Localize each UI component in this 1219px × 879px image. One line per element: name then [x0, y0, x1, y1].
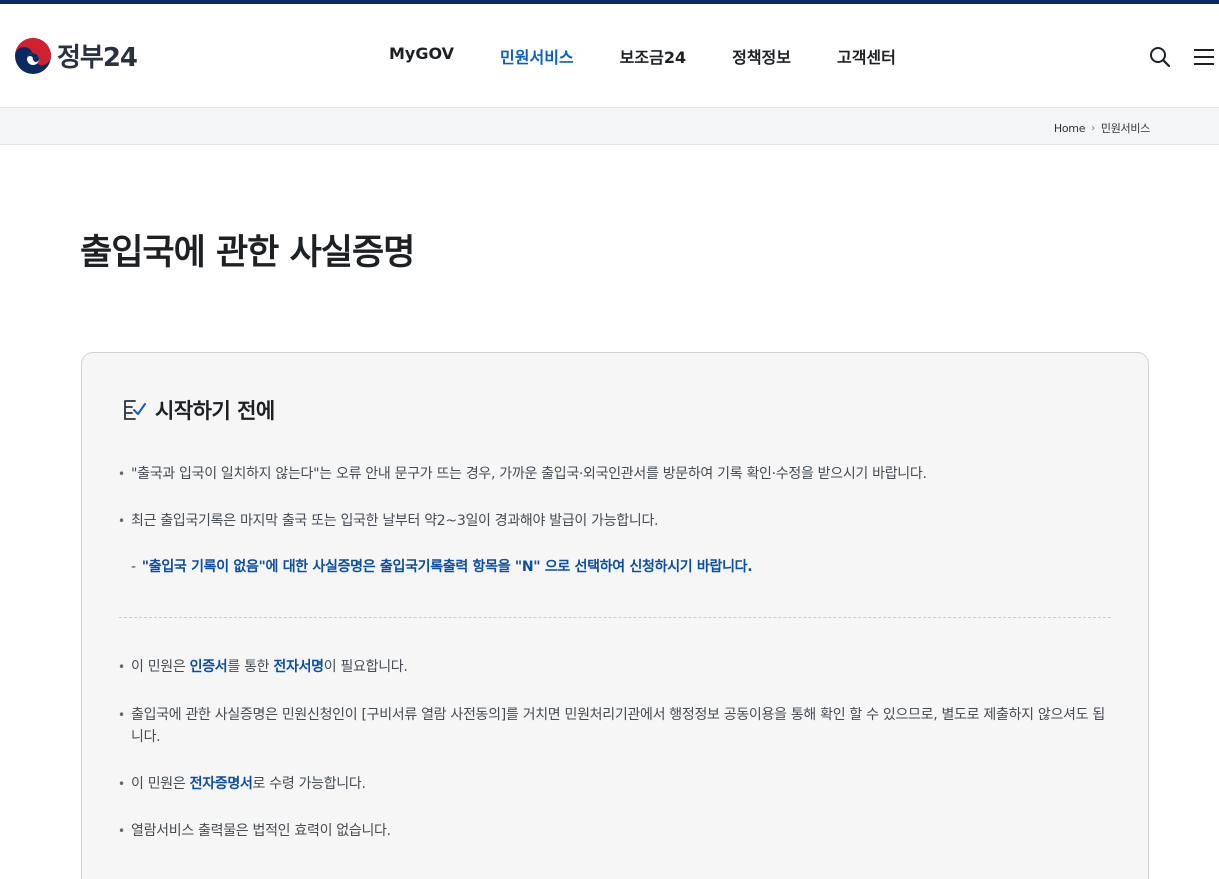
nav-customer-center[interactable]: 고객센터 [837, 44, 896, 68]
notice-sub-note: - "출입국 기록이 없음"에 대한 사실증명은 출입국기록출력 항목을 "N" … [131, 556, 753, 578]
notice-title: 시작하기 전에 [155, 399, 275, 423]
site-logo[interactable]: 정부24 [15, 37, 138, 74]
notice-item-mismatch: "출국과 입국이 일치하지 않는다"는 오류 안내 문구가 뜨는 경우, 가까운… [118, 463, 1118, 485]
highlight-e-signature: 전자서명 [273, 659, 324, 675]
nav-policy-info[interactable]: 정책정보 [732, 44, 791, 68]
dash-marker: - [131, 559, 136, 575]
text-part: 이 민원은 [131, 776, 190, 792]
text-part: 로 수령 가능합니다. [252, 776, 366, 792]
text-part: 를 통한 [227, 659, 274, 675]
notice-item-legal-effect: 열람서비스 출력물은 법적인 효력이 없습니다. [118, 820, 1118, 842]
nav-subsidy24[interactable]: 보조금24 [620, 44, 686, 68]
notice-item-e-certificate: 이 민원은 전자증명서로 수령 가능합니다. [118, 773, 1118, 795]
notice-item-prior-consent: 출입국에 관한 사실증명은 민원신청인이 [구비서류 열람 사전동의]를 거치면… [118, 704, 1108, 748]
search-icon[interactable] [1148, 45, 1172, 69]
main-navigation: MyGOV 민원서비스 보조금24 정책정보 고객센터 [389, 44, 942, 68]
site-header: 정부24 MyGOV 민원서비스 보조금24 정책정보 고객센터 [0, 4, 1219, 108]
highlight-certificate: 인증서 [189, 659, 228, 675]
notice-box: 시작하기 전에 "출국과 입국이 일치하지 않는다"는 오류 안내 문구가 뜨는… [81, 352, 1149, 879]
notice-item-e-signature: 이 민원은 인증서를 통한 전자서명이 필요합니다. [118, 656, 1118, 678]
text-part: 이 필요합니다. [323, 659, 408, 675]
hamburger-menu-icon[interactable] [1193, 47, 1215, 67]
dashed-divider [119, 617, 1111, 618]
page-title: 출입국에 관한 사실증명 [80, 233, 415, 273]
checklist-icon [124, 400, 146, 420]
breadcrumb-current[interactable]: 민원서비스 [1101, 120, 1150, 136]
breadcrumb-bar: Home › 민원서비스 [0, 108, 1219, 145]
text-part: 이 민원은 [131, 659, 190, 675]
notice-item-recent-records: 최근 출입국기록은 마지막 출국 또는 입국한 날부터 약2~3일이 경과해야 … [118, 510, 1118, 532]
breadcrumb: Home › 민원서비스 [1054, 120, 1150, 136]
breadcrumb-home[interactable]: Home [1054, 122, 1086, 135]
nav-civil-services[interactable]: 민원서비스 [500, 44, 574, 68]
highlight-e-certificate: 전자증명서 [189, 776, 253, 792]
taegeuk-logo-icon [15, 37, 51, 74]
notice-header: 시작하기 전에 [121, 395, 275, 425]
chevron-right-icon: › [1091, 122, 1095, 134]
logo-text: 정부24 [57, 43, 138, 73]
sub-note-text: "출입국 기록이 없음"에 대한 사실증명은 출입국기록출력 항목을 "N" 으… [141, 559, 753, 575]
nav-mygov[interactable]: MyGOV [389, 44, 454, 68]
